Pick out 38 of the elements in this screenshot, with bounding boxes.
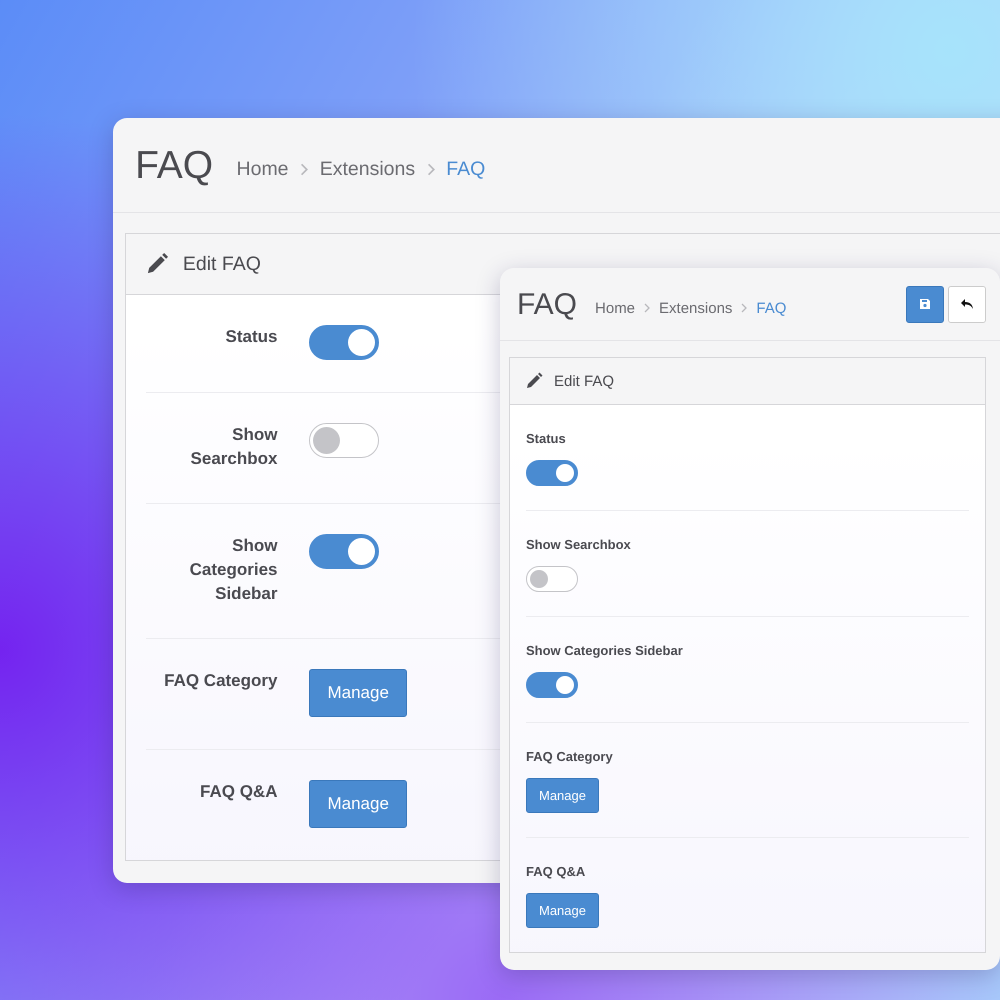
chevron-icon: [740, 303, 748, 313]
setting-label: FAQ Category: [163, 670, 278, 692]
setting-label: Status: [224, 326, 278, 348]
toggle-switch[interactable]: [526, 460, 578, 486]
setting-label: Status: [526, 431, 567, 446]
toggle-switch[interactable]: [526, 672, 578, 698]
breadcrumb-link[interactable]: Home: [595, 300, 636, 316]
setting-label: FAQ Q&A: [526, 864, 586, 879]
panel-title: Edit FAQ: [182, 252, 261, 276]
panel-title: Edit FAQ: [554, 372, 614, 390]
toggle-switch[interactable]: [309, 423, 380, 458]
chevron-icon: [298, 163, 310, 176]
setting-label: Show Categories Sidebar: [526, 643, 684, 658]
breadcrumb-link[interactable]: Home: [236, 158, 289, 182]
manage-button[interactable]: Manage: [309, 780, 407, 828]
toggle-switch[interactable]: [309, 534, 380, 570]
breadcrumb-link[interactable]: Extensions: [659, 300, 732, 316]
toggle-switch[interactable]: [526, 566, 578, 592]
chevron-icon: [426, 163, 436, 176]
breadcrumb-link[interactable]: FAQ: [446, 158, 486, 182]
pencil-icon: [524, 371, 544, 391]
manage-button[interactable]: Manage: [309, 669, 407, 718]
save-button[interactable]: [906, 286, 944, 322]
page-title: FAQ: [135, 143, 214, 188]
setting-label: Show Searchbox: [526, 537, 632, 552]
reply-arrow-icon: [960, 298, 974, 310]
setting-label: FAQ Q&A: [199, 781, 278, 804]
manage-button[interactable]: Manage: [526, 778, 599, 813]
chevron-icon: [643, 303, 652, 313]
toggle-switch[interactable]: [309, 325, 380, 360]
back-button[interactable]: [948, 286, 986, 322]
manage-button[interactable]: Manage: [526, 893, 599, 928]
setting-label: FAQ Category: [526, 749, 614, 764]
setting-label: Show Searchbox: [190, 424, 278, 470]
breadcrumb-link[interactable]: Extensions: [320, 158, 416, 182]
breadcrumb-link[interactable]: FAQ: [756, 300, 786, 316]
setting-label: Show Categories Sidebar: [188, 535, 278, 606]
page-title: FAQ: [517, 287, 578, 322]
